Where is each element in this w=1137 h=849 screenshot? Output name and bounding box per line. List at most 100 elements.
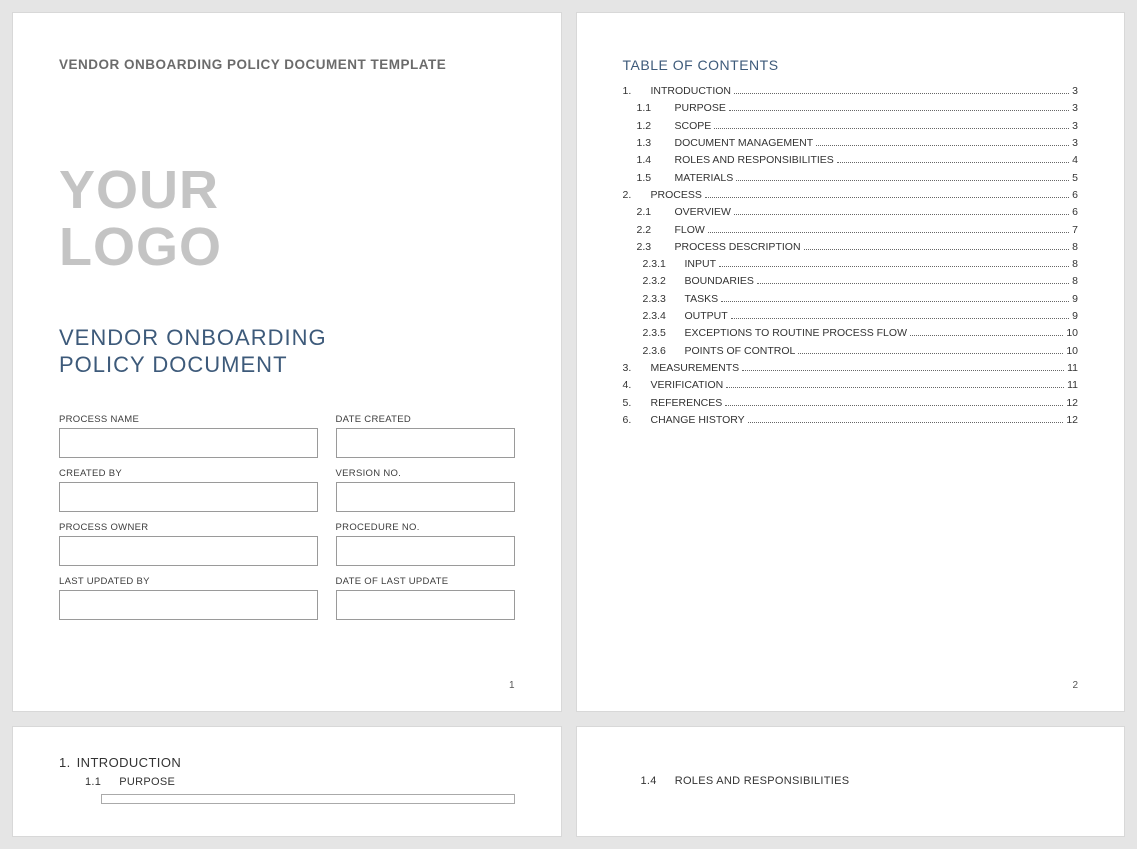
toc-leader-dots [910,335,1063,336]
page-toc: TABLE OF CONTENTS 1.INTRODUCTION 31.1PUR… [576,12,1126,712]
field-procedure-no: PROCEDURE NO. [336,522,515,566]
toc-page-number: 9 [1072,291,1078,308]
toc-number: 1.3 [637,135,665,152]
toc-item[interactable]: 2.PROCESS 6 [623,187,1079,204]
toc-page-number: 11 [1067,377,1078,394]
toc-item[interactable]: 2.3.5EXCEPTIONS TO ROUTINE PROCESS FLOW … [623,325,1079,342]
toc-page-number: 6 [1072,204,1078,221]
field-label: CREATED BY [59,468,318,479]
page-number: 2 [1072,680,1078,691]
toc-item[interactable]: 1.2SCOPE 3 [623,118,1079,135]
toc-label: MEASUREMENTS [651,360,740,377]
toc-page-number: 3 [1072,135,1078,152]
toc-page-number: 8 [1072,256,1078,273]
toc-page-number: 10 [1066,325,1078,342]
field-label: DATE CREATED [336,414,515,425]
section-label: INTRODUCTION [77,755,181,770]
field-process-owner: PROCESS OWNER [59,522,318,566]
section-number: 1.4 [641,775,657,787]
toc-item[interactable]: 1.INTRODUCTION 3 [623,83,1079,100]
last-updated-by-input[interactable] [59,590,318,620]
date-created-input[interactable] [336,428,515,458]
toc-number: 2.3.4 [643,308,675,325]
field-label: LAST UPDATED BY [59,576,318,587]
toc-label: OUTPUT [685,308,728,325]
toc-number: 1.4 [637,152,665,169]
toc-item[interactable]: 2.3PROCESS DESCRIPTION 8 [623,239,1079,256]
toc-item[interactable]: 6.CHANGE HISTORY 12 [623,412,1079,429]
toc-number: 2.3.2 [643,273,675,290]
toc-leader-dots [742,370,1064,371]
toc-page-number: 7 [1072,222,1078,239]
toc-number: 2. [623,187,641,204]
toc-item[interactable]: 2.3.2BOUNDARIES 8 [623,273,1079,290]
section-label: PURPOSE [119,776,175,788]
page-number: 1 [509,680,515,691]
procedure-no-input[interactable] [336,536,515,566]
toc-item[interactable]: 2.3.6POINTS OF CONTROL 10 [623,343,1079,360]
toc-label: PROCESS DESCRIPTION [675,239,801,256]
toc-item[interactable]: 1.3DOCUMENT MANAGEMENT 3 [623,135,1079,152]
toc-item[interactable]: 2.3.4 OUTPUT 9 [623,308,1079,325]
toc-label: EXCEPTIONS TO ROUTINE PROCESS FLOW [685,325,907,342]
section-number: 1. [59,755,71,770]
toc-leader-dots [798,353,1063,354]
toc-item[interactable]: 1.5MATERIALS 5 [623,170,1079,187]
toc-item[interactable]: 4.VERIFICATION 11 [623,377,1079,394]
content-box[interactable] [101,794,515,804]
logo-placeholder: YOUR LOGO [59,162,515,275]
toc-number: 1.1 [637,100,665,117]
section-number: 1.1 [85,776,101,788]
toc-leader-dots [816,145,1069,146]
toc-item[interactable]: 2.3.1 INPUT 8 [623,256,1079,273]
toc-page-number: 3 [1072,83,1078,100]
toc-item[interactable]: 3.MEASUREMENTS 11 [623,360,1079,377]
field-version-no: VERSION NO. [336,468,515,512]
toc-item[interactable]: 5.REFERENCES 12 [623,395,1079,412]
title-line-2: POLICY DOCUMENT [59,352,515,378]
toc-item[interactable]: 1.4ROLES AND RESPONSIBILITIES 4 [623,152,1079,169]
toc-label: POINTS OF CONTROL [685,343,796,360]
toc-number: 2.3 [637,239,665,256]
toc-leader-dots [731,318,1069,319]
toc-page-number: 11 [1067,360,1078,377]
version-no-input[interactable] [336,482,515,512]
toc-number: 6. [623,412,641,429]
toc-label: TASKS [685,291,719,308]
toc-page-number: 6 [1072,187,1078,204]
section-heading-1: 1. INTRODUCTION [59,755,515,770]
toc-item[interactable]: 2.3.3TASKS 9 [623,291,1079,308]
toc-page-number: 9 [1072,308,1078,325]
toc-label: INPUT [685,256,717,273]
created-by-input[interactable] [59,482,318,512]
process-name-input[interactable] [59,428,318,458]
toc-title: TABLE OF CONTENTS [623,57,1079,73]
toc-item[interactable]: 2.2FLOW 7 [623,222,1079,239]
field-label: DATE OF LAST UPDATE [336,576,515,587]
toc-item[interactable]: 2.1OVERVIEW 6 [623,204,1079,221]
toc-page-number: 12 [1066,395,1078,412]
field-process-name: PROCESS NAME [59,414,318,458]
title-line-1: VENDOR ONBOARDING [59,325,515,351]
toc-number: 2.3.1 [643,256,675,273]
toc-number: 4. [623,377,641,394]
toc-item[interactable]: 1.1PURPOSE 3 [623,100,1079,117]
toc-leader-dots [721,301,1069,302]
field-label: PROCESS OWNER [59,522,318,533]
process-owner-input[interactable] [59,536,318,566]
logo-line-2: LOGO [59,219,515,276]
document-title: VENDOR ONBOARDING POLICY DOCUMENT [59,325,515,378]
toc-leader-dots [705,197,1069,198]
toc-label: MATERIALS [675,170,734,187]
field-created-by: CREATED BY [59,468,318,512]
toc-leader-dots [734,214,1069,215]
toc-leader-dots [734,93,1069,94]
toc-leader-dots [748,422,1064,423]
date-last-update-input[interactable] [336,590,515,620]
field-date-last-update: DATE OF LAST UPDATE [336,576,515,620]
toc-label: CHANGE HISTORY [651,412,745,429]
toc-leader-dots [725,405,1063,406]
toc-label: BOUNDARIES [685,273,754,290]
document-header: VENDOR ONBOARDING POLICY DOCUMENT TEMPLA… [59,57,515,72]
toc-label: INTRODUCTION [651,83,732,100]
